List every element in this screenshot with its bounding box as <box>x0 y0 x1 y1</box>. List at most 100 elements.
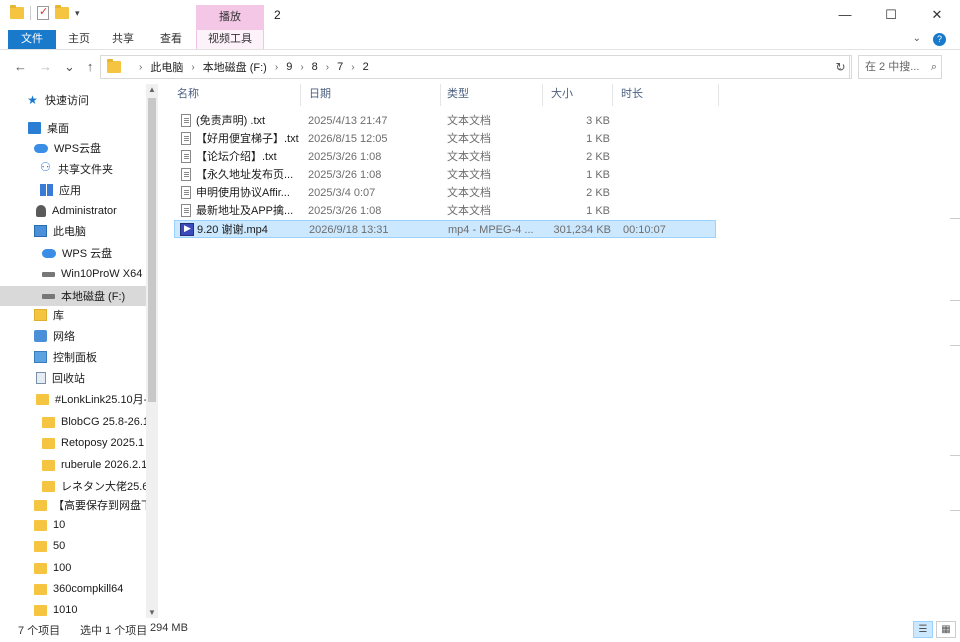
search-icon[interactable]: ⌕ <box>931 56 937 78</box>
nav-item-folder[interactable]: ruberule 2026.2.1 <box>0 455 146 475</box>
nav-scrollbar[interactable]: ▲ ▼ <box>146 84 158 618</box>
forward-arrow-icon[interactable]: → <box>39 59 52 75</box>
file-row[interactable]: 最新地址及APP擒... 2025/3/26 1:08 文本文档 1 KB <box>174 202 716 220</box>
folder-icon <box>34 540 47 552</box>
breadcrumb-item[interactable]: 2 <box>363 61 369 73</box>
column-divider[interactable] <box>718 84 719 106</box>
nav-item-quick-access[interactable]: ★ 快速访问 <box>0 90 146 110</box>
nav-item-folder[interactable]: レネタン大佬25.6 <box>0 476 146 496</box>
breadcrumb-item[interactable]: 本地磁盘 (F:) <box>203 59 267 75</box>
file-row[interactable]: 申明使用协议Affir... 2025/3/4 0:07 文本文档 2 KB <box>174 184 716 202</box>
file-name: 最新地址及APP擒... <box>196 205 294 217</box>
file-duration <box>622 148 702 166</box>
chevron-right-icon[interactable]: › <box>275 62 278 73</box>
nav-item-administrator[interactable]: Administrator <box>0 201 146 221</box>
window-title: 2 <box>274 8 281 22</box>
nav-item-control-panel[interactable]: 控制面板 <box>0 347 146 367</box>
details-view-icon[interactable]: ☰ <box>913 621 933 638</box>
column-date[interactable]: 日期 <box>298 84 438 104</box>
file-row[interactable]: 【好用便宜梯子】.txt 2026/8/15 12:05 文本文档 1 KB <box>174 130 716 148</box>
nav-item-shared-folder[interactable]: 共享文件夹 <box>0 159 146 179</box>
nav-item-folder[interactable]: BlobCG 25.8-26.1 <box>0 412 146 432</box>
tab-file[interactable]: 文件 <box>8 30 56 49</box>
folder-icon <box>34 604 47 616</box>
close-button[interactable]: ✕ <box>914 0 960 30</box>
nav-item-label: 回收站 <box>52 373 85 385</box>
nav-item-folder[interactable]: 360compkill64 <box>0 579 146 599</box>
nav-item-wps-cloud[interactable]: WPS云盘 <box>0 138 146 158</box>
address-bar[interactable]: › 此电脑 › 本地磁盘 (F:) › 9 › 8 › 7 › 2 ⌄ <box>100 55 850 79</box>
nav-item-local-disk-f[interactable]: 本地磁盘 (F:) <box>0 286 146 306</box>
minimize-button[interactable]: — <box>822 0 868 30</box>
selection-count: 选中 1 个项目 <box>80 625 148 637</box>
nav-item-recycle-bin[interactable]: 回收站 <box>0 368 146 388</box>
nav-item-folder[interactable]: #LonkLink25.10月- <box>0 389 146 409</box>
column-duration[interactable]: 时长 <box>610 84 710 104</box>
folder-icon[interactable] <box>10 5 24 19</box>
scroll-down-icon[interactable]: ▼ <box>148 608 156 617</box>
breadcrumb-item[interactable]: 7 <box>337 61 343 73</box>
nav-item-apps[interactable]: 应用 <box>0 180 146 200</box>
chevron-right-icon[interactable]: › <box>191 62 194 73</box>
nav-item-label: 360compkill64 <box>53 583 124 595</box>
scrollbar-thumb[interactable] <box>148 98 156 402</box>
breadcrumb-item[interactable]: 9 <box>286 61 292 73</box>
file-name: 9.20 谢谢.mp4 <box>197 224 268 236</box>
nav-item-label: 控制面板 <box>53 352 97 364</box>
nav-item-folder[interactable]: Retoposy 2025.1 <box>0 433 146 453</box>
tab-view[interactable]: 查看 <box>152 30 190 49</box>
nav-item-library[interactable]: 库 <box>0 305 146 325</box>
text-file-icon <box>181 114 191 127</box>
chevron-right-icon[interactable]: › <box>300 62 303 73</box>
properties-icon[interactable] <box>37 5 49 20</box>
help-icon[interactable]: ? <box>933 33 946 46</box>
nav-item-folder[interactable]: 100 <box>0 558 146 578</box>
chevron-down-icon[interactable]: ⌄ <box>913 33 921 46</box>
nav-item-folder[interactable]: 1010 <box>0 600 146 618</box>
nav-item-wps-cloud-drive[interactable]: WPS 云盘 <box>0 243 146 263</box>
navigation-buttons: ← → ⌄ ↑ <box>14 59 93 75</box>
chevron-right-icon[interactable]: › <box>351 62 354 73</box>
tab-video-tools[interactable]: 视频工具 <box>196 30 264 49</box>
column-type[interactable]: 类型 <box>436 84 540 104</box>
up-arrow-icon[interactable]: ↑ <box>87 59 94 75</box>
refresh-button[interactable]: ↻ <box>830 55 852 79</box>
chevron-right-icon[interactable]: › <box>326 62 329 73</box>
scroll-up-icon[interactable]: ▲ <box>148 85 156 94</box>
breadcrumb-item[interactable]: 此电脑 <box>150 59 183 75</box>
file-row[interactable]: (免责声明) .txt 2025/4/13 21:47 文本文档 3 KB <box>174 112 716 130</box>
nav-item-label: BlobCG 25.8-26.1 <box>61 416 146 428</box>
file-row-selected[interactable]: 9.20 谢谢.mp4 2026/9/18 13:31 mp4 - MPEG-4… <box>174 220 716 238</box>
text-file-icon <box>181 186 191 199</box>
large-icons-view-icon[interactable]: ▦ <box>936 621 956 638</box>
file-type: 文本文档 <box>447 187 491 199</box>
nav-item-network[interactable]: 网络 <box>0 326 146 346</box>
quick-access-toolbar: ▾ <box>10 5 80 20</box>
breadcrumb-item[interactable]: 8 <box>312 61 318 73</box>
recent-locations-icon[interactable]: ⌄ <box>64 59 75 75</box>
nav-item-this-pc[interactable]: 此电脑 <box>0 221 146 241</box>
desktop-icon <box>28 122 41 134</box>
customize-toolbar-icon[interactable]: ▾ <box>75 8 80 19</box>
context-tab-play[interactable]: 播放 <box>196 5 264 30</box>
column-name[interactable]: 名称 <box>166 84 300 104</box>
nav-item-desktop[interactable]: 桌面 <box>0 118 146 138</box>
column-size[interactable]: 大小 <box>540 84 610 104</box>
text-file-icon <box>181 150 191 163</box>
new-folder-icon[interactable] <box>55 5 69 19</box>
file-date: 2025/4/13 21:47 <box>308 115 388 127</box>
nav-item-folder[interactable]: 【高要保存到网盘下 <box>0 495 146 515</box>
drive-icon <box>42 271 55 277</box>
back-arrow-icon[interactable]: ← <box>14 59 27 75</box>
nav-item-label: Administrator <box>52 205 117 217</box>
tab-share[interactable]: 共享 <box>104 30 142 49</box>
nav-item-folder[interactable]: 10 <box>0 515 146 535</box>
chevron-right-icon[interactable]: › <box>139 62 142 73</box>
file-row[interactable]: 【论坛介绍】.txt 2025/3/26 1:08 文本文档 2 KB <box>174 148 716 166</box>
maximize-button[interactable]: ☐ <box>868 0 914 30</box>
nav-item-win10-drive[interactable]: Win10ProW X64 <box>0 264 146 284</box>
nav-item-folder[interactable]: 50 <box>0 536 146 556</box>
search-input[interactable]: 在 2 中搜... ⌕ <box>858 55 942 79</box>
file-row[interactable]: 【永久地址发布页... 2025/3/26 1:08 文本文档 1 KB <box>174 166 716 184</box>
tab-home[interactable]: 主页 <box>60 30 98 49</box>
